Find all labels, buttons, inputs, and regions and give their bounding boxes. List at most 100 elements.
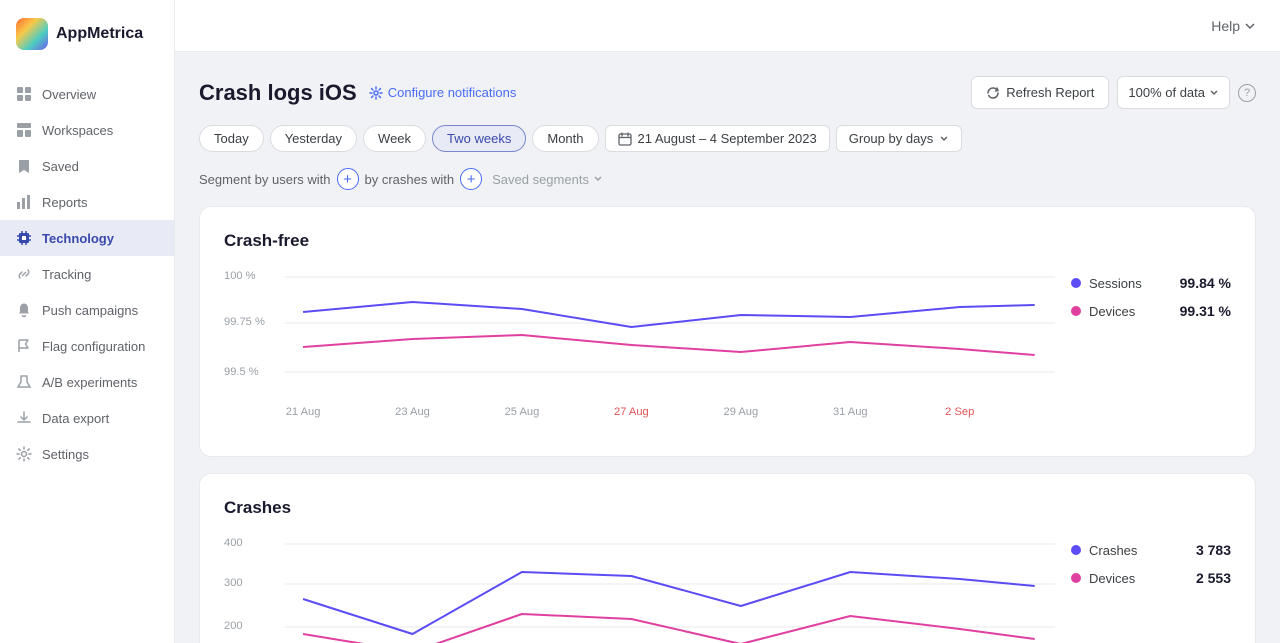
sidebar-item-tracking-label: Tracking [42,267,91,282]
bell-icon [16,302,32,318]
sessions-label: Sessions [1089,276,1142,291]
info-icon[interactable]: ? [1238,84,1256,102]
crashes-devices-legend-item: Devices 2 553 [1071,570,1231,586]
crash-free-svg-wrap: 100 % 99.75 % 99.5 % 21 Aug 23 Aug 25 Au… [224,267,1055,432]
sidebar-item-saved[interactable]: Saved [0,148,174,184]
page-title: Crash logs iOS [199,80,357,106]
download-icon [16,410,32,426]
configure-notifications-link[interactable]: Configure notifications [369,85,517,100]
crash-free-svg: 100 % 99.75 % 99.5 % 21 Aug 23 Aug 25 Au… [224,267,1055,427]
refresh-report-label: Refresh Report [1006,85,1094,100]
calendar-icon [618,132,632,146]
refresh-icon [986,86,1000,100]
configure-notifications-label: Configure notifications [388,85,517,100]
data-selector[interactable]: 100% of data [1117,76,1230,109]
sidebar-item-workspaces[interactable]: Workspaces [0,112,174,148]
date-range-picker[interactable]: 21 August – 4 September 2023 [605,125,830,152]
chevron-down-icon [1244,20,1256,32]
devices-value: 99.31 % [1180,303,1231,319]
crashes-legend-item: Crashes 3 783 [1071,542,1231,558]
bar-chart-icon [16,194,32,210]
svg-text:23 Aug: 23 Aug [395,406,430,418]
crashes-chart-card: Crashes 400 300 200 100 [199,473,1256,643]
segment-prefix: Segment by users with [199,172,331,187]
refresh-report-button[interactable]: Refresh Report [971,76,1109,109]
svg-text:300: 300 [224,577,243,589]
svg-text:29 Aug: 29 Aug [724,406,759,418]
logo[interactable]: AppMetrica [0,0,174,68]
sidebar-item-saved-label: Saved [42,159,79,174]
logo-icon [16,18,48,50]
grid-icon [16,86,32,102]
crash-free-legend: Sessions 99.84 % Devices 99.31 % [1071,267,1231,432]
svg-text:100 %: 100 % [224,270,256,282]
page-title-row: Crash logs iOS Configure notifications [199,80,516,106]
saved-segments-dropdown[interactable]: Saved segments [492,172,603,187]
svg-text:25 Aug: 25 Aug [505,406,540,418]
svg-text:2 Sep: 2 Sep [945,406,974,418]
chevron-down-icon [939,134,949,144]
settings-icon [16,446,32,462]
help-label: Help [1211,18,1240,34]
sidebar-item-flag-configuration[interactable]: Flag configuration [0,328,174,364]
sidebar-item-reports[interactable]: Reports [0,184,174,220]
month-button[interactable]: Month [532,125,598,152]
devices-label: Devices [1089,304,1135,319]
devices-dot [1071,306,1081,316]
crashes-devices-dot [1071,573,1081,583]
saved-segments-label: Saved segments [492,172,589,187]
yesterday-button[interactable]: Yesterday [270,125,357,152]
crashes-legend: Crashes 3 783 Devices 2 553 [1071,534,1231,643]
today-button[interactable]: Today [199,125,264,152]
flag-icon [16,338,32,354]
sidebar-item-reports-label: Reports [42,195,88,210]
crash-free-chart-card: Crash-free 100 % 99.75 % 99.5 % 21 Aug [199,206,1256,457]
page-content: Crash logs iOS Configure notifications R… [175,52,1280,643]
segment-bar: Segment by users with + by crashes with … [199,168,1256,190]
logo-text: AppMetrica [56,25,143,43]
sessions-dot [1071,278,1081,288]
crashes-chart-area: 400 300 200 100 21 Aug 23 Aug 25 Aug [224,534,1231,643]
sidebar-item-push-campaigns[interactable]: Push campaigns [0,292,174,328]
svg-text:27 Aug: 27 Aug [614,406,649,418]
sidebar-item-data-export-label: Data export [42,411,109,426]
bookmark-icon [16,158,32,174]
week-button[interactable]: Week [363,125,426,152]
crashes-svg: 400 300 200 100 21 Aug 23 Aug 25 Aug [224,534,1055,643]
add-user-segment-button[interactable]: + [337,168,359,190]
sidebar-item-settings[interactable]: Settings [0,436,174,472]
two-weeks-button[interactable]: Two weeks [432,125,526,152]
sidebar-item-data-export[interactable]: Data export [0,400,174,436]
sessions-legend-item: Sessions 99.84 % [1071,275,1231,291]
date-range-label: 21 August – 4 September 2023 [638,131,817,146]
svg-text:99.5 %: 99.5 % [224,366,259,378]
group-by-button[interactable]: Group by days [836,125,963,152]
sidebar-item-ab-experiments[interactable]: A/B experiments [0,364,174,400]
add-crash-segment-button[interactable]: + [460,168,482,190]
flask-icon [16,374,32,390]
page-header: Crash logs iOS Configure notifications R… [199,76,1256,109]
crashes-label: Crashes [1089,543,1137,558]
crashes-devices-label: Devices [1089,571,1135,586]
sidebar-nav: Overview Workspaces Saved Reports Techno [0,68,174,643]
layout-icon [16,122,32,138]
sidebar-item-tracking[interactable]: Tracking [0,256,174,292]
help-button[interactable]: Help [1211,18,1256,34]
sidebar: AppMetrica Overview Workspaces Saved Re [0,0,175,643]
sidebar-item-overview[interactable]: Overview [0,76,174,112]
cpu-icon [16,230,32,246]
sidebar-item-technology-label: Technology [42,231,114,246]
crashes-dot [1071,545,1081,555]
topbar: Help [175,0,1280,52]
filter-bar: Today Yesterday Week Two weeks Month 21 … [199,125,1256,152]
sidebar-item-ab-experiments-label: A/B experiments [42,375,137,390]
sidebar-item-technology[interactable]: Technology [0,220,174,256]
sidebar-item-workspaces-label: Workspaces [42,123,113,138]
sidebar-item-settings-label: Settings [42,447,89,462]
chevron-down-icon [1209,88,1219,98]
crashes-devices-value: 2 553 [1196,570,1231,586]
gear-icon [369,86,383,100]
crash-free-chart-area: 100 % 99.75 % 99.5 % 21 Aug 23 Aug 25 Au… [224,267,1231,432]
svg-text:99.75 %: 99.75 % [224,316,265,328]
svg-text:200: 200 [224,620,243,632]
